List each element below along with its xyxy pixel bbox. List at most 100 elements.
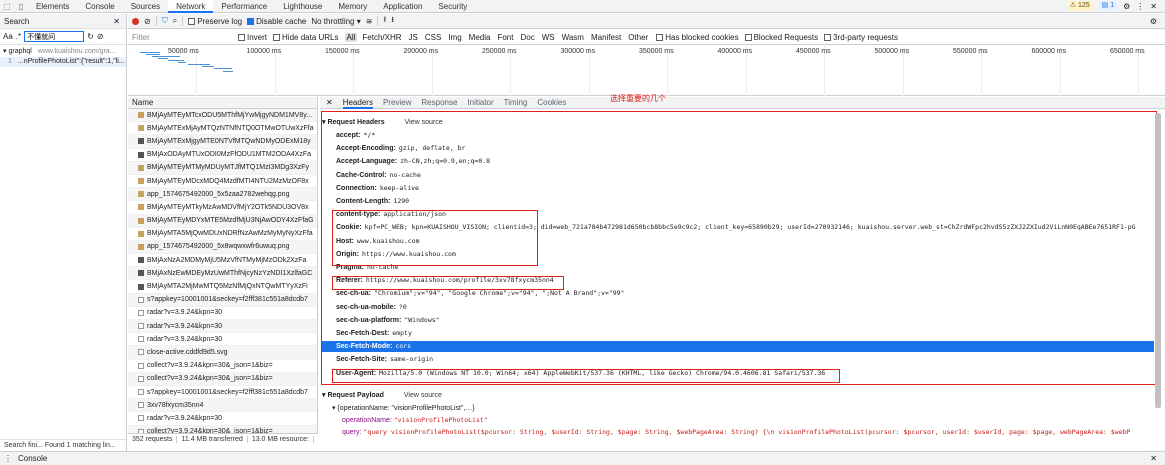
filter-type-ws[interactable]: WS — [540, 33, 557, 42]
request-row[interactable]: BMjAyMTEyMTkyMzAwMDVfMjY2OTk5NDU3OV8x — [128, 201, 317, 215]
request-row[interactable]: 3xv78fxycm35nn4 — [128, 399, 317, 413]
detail-tab-initiator[interactable]: Initiator — [467, 97, 493, 109]
disable-cache-checkbox[interactable]: Disable cache — [247, 17, 306, 26]
request-row[interactable]: radar?v=3.9.24&kpn=30 — [128, 307, 317, 320]
third-party-checkbox[interactable]: 3rd-party requests — [824, 33, 898, 42]
detail-tab-cookies[interactable]: Cookies — [537, 97, 566, 109]
request-row[interactable]: BMjAxNzEwMDEyMzUwMThfNjcyNzYzNDI1XzlfaGC — [128, 267, 317, 281]
filter-type-css[interactable]: CSS — [423, 33, 443, 42]
filter-type-font[interactable]: Font — [495, 33, 515, 42]
import-har-icon[interactable]: ⭱ — [383, 14, 386, 28]
request-row[interactable]: BMjAxNzA2MDMyMjU5MzVfNTMyMjMzODk2XzFa — [128, 254, 317, 268]
warnings-badge[interactable]: ⚠ 125 — [1066, 1, 1093, 11]
search-input[interactable] — [24, 31, 85, 42]
search-icon[interactable]: ⌕ — [173, 16, 177, 26]
request-row[interactable]: BMjAxODAyMTUxODI0MzFfODU1MTM2ODA4XzFa — [128, 149, 317, 162]
hide-data-urls-checkbox[interactable]: Hide data URLs — [273, 33, 339, 42]
request-payload-section[interactable]: ▾ Request Payload View source — [322, 391, 442, 399]
filter-type-js[interactable]: JS — [407, 33, 420, 42]
request-row[interactable]: BMjAyMTExMjAyMTQzNTNfNTQ0OTMwOTUwXzFfa — [128, 122, 317, 136]
request-row[interactable]: BMjAyMTEyMTMyMDUyMTJfMTQ1MzI3MDg3XzFy — [128, 161, 317, 175]
request-row[interactable]: BMjAyMTExMjgyMTE0NTVfMTQwNDMyODExM18y — [128, 135, 317, 149]
detail-tab-timing[interactable]: Timing — [504, 97, 528, 109]
request-row[interactable]: radar?v=3.9.24&kpn=30 — [128, 320, 317, 334]
request-row[interactable]: radar?v=3.9.24&kpn=30 — [128, 412, 317, 426]
filter-type-manifest[interactable]: Manifest — [589, 33, 623, 42]
filter-type-img[interactable]: Img — [446, 33, 463, 42]
tab-console[interactable]: Console — [77, 0, 122, 13]
detail-scrollbar[interactable] — [1155, 113, 1161, 408]
payload-view-source-link[interactable]: View source — [404, 392, 442, 399]
refresh-search-icon[interactable]: ↻ — [87, 32, 94, 41]
more-options-icon[interactable]: ⋮ — [1136, 2, 1144, 11]
filter-type-wasm[interactable]: Wasm — [560, 33, 586, 42]
tab-sources[interactable]: Sources — [123, 0, 168, 13]
record-button[interactable] — [132, 17, 139, 25]
close-devtools-icon[interactable]: ✕ — [1150, 2, 1157, 11]
request-name: BMjAxODAyMTUxODI0MzFfODU1MTM2ODA4XzFa — [147, 151, 311, 159]
close-drawer-icon[interactable]: ✕ — [1150, 454, 1157, 463]
detail-tab-headers[interactable]: Headers — [342, 97, 373, 109]
tab-elements[interactable]: Elements — [28, 0, 77, 13]
request-row[interactable]: BMjAyMTEyMTcxODU5MThfMjYwMjgyNDM1MV8y... — [128, 109, 317, 123]
network-conditions-icon[interactable]: ≋ — [366, 17, 373, 26]
request-row[interactable]: app_1574675492000_5x8wqwxwfr6uwuq.png — [128, 240, 317, 255]
invert-checkbox[interactable]: Invert — [238, 33, 267, 42]
tab-network[interactable]: Network — [168, 0, 214, 13]
payload-root-row[interactable]: ▾ {operationName: "visionProfilePhotoLis… — [332, 403, 475, 414]
request-row[interactable]: collect?v=3.9.24&kpn=30&_json=1&biz= — [128, 372, 317, 386]
name-column-header[interactable]: Name — [128, 97, 317, 109]
timeline-tick-label: 300000 ms — [560, 48, 596, 55]
detail-tab-response[interactable]: Response — [421, 97, 457, 109]
request-row[interactable]: app_1574675492000_5x5zaa2782wehqg.png — [128, 188, 317, 202]
request-detail-panel: ✕ Headers Preview Response Initiator Timing C… — [320, 94, 1165, 445]
tab-lighthouse[interactable]: Lighthouse — [275, 0, 330, 13]
messages-badge[interactable]: ▤ 1 — [1098, 1, 1118, 11]
console-drawer-tab[interactable]: Console — [18, 454, 47, 463]
transferred-size: 11.4 MB transferred — [177, 436, 248, 443]
request-row[interactable]: s?appkey=10001001&seckey=f2fff381c551a8d… — [128, 293, 317, 307]
request-row[interactable]: radar?v=3.9.24&kpn=30 — [128, 333, 317, 347]
request-row[interactable]: BMjAyMTEyMDcxMDQ4MzdfMTI4NTU2MzMzOF8x — [128, 175, 317, 189]
filter-input[interactable]: Filter — [132, 33, 232, 42]
filter-type-other[interactable]: Other — [626, 33, 650, 42]
search-result-file[interactable]: ▾ graphql www.kuaishou.com/gra... — [0, 47, 126, 57]
request-row[interactable]: collect?v=3.9.24&kpn=30&_json=1&biz= — [128, 360, 317, 373]
tab-performance[interactable]: Performance — [213, 0, 275, 13]
filter-type-media[interactable]: Media — [467, 33, 493, 42]
filter-type-fetch-xhr[interactable]: Fetch/XHR — [360, 33, 403, 42]
settings-icon[interactable]: ⚙ — [1123, 2, 1130, 11]
throttling-select[interactable]: No throttling ▾ — [311, 17, 360, 26]
blocked-requests-checkbox[interactable]: Blocked Requests — [744, 33, 818, 42]
filter-type-doc[interactable]: Doc — [518, 33, 536, 42]
tab-application[interactable]: Application — [375, 0, 430, 13]
inspect-element-icon[interactable]: ⬚ — [0, 0, 14, 13]
payload-op-value: "visionProfilePhotoList" — [393, 416, 488, 424]
close-detail-icon[interactable]: ✕ — [326, 98, 333, 107]
regex-button[interactable]: .* — [16, 32, 21, 41]
request-row[interactable]: BMjAyMTEyMDYxMTE5MzdfMjU3NjAwODY4XzFfaG — [128, 214, 317, 228]
clear-search-icon[interactable]: ⊘ — [97, 32, 104, 41]
device-toolbar-icon[interactable]: ▯ — [14, 0, 28, 13]
match-case-button[interactable]: Aa — [3, 32, 13, 41]
tab-security[interactable]: Security — [430, 0, 475, 13]
close-search-icon[interactable]: ✕ — [113, 17, 120, 26]
detail-tab-preview[interactable]: Preview — [383, 97, 411, 109]
filter-type-all[interactable]: All — [344, 32, 358, 42]
throttling-value: No throttling — [311, 16, 355, 26]
tab-memory[interactable]: Memory — [330, 0, 375, 13]
drawer-menu-icon[interactable]: ⋮ — [4, 454, 12, 463]
timeline-overview[interactable]: 50000 ms 100000 ms 150000 ms 200000 ms 25000… — [128, 46, 1165, 96]
request-row[interactable]: BMjAyMTA2MjMwMTQ5MzNfMjQxNTQwMTYyXzFi — [128, 280, 317, 294]
request-row[interactable]: close-active.cddfd9d5.svg — [128, 346, 317, 360]
blocked-cookies-checkbox[interactable]: Has blocked cookies — [656, 33, 739, 42]
clear-icon[interactable]: ⊘ — [144, 17, 151, 26]
request-row[interactable]: BMjAyMTA5MjQwMDUxNDRfNzAwMzMyMyNyXzFfa — [128, 228, 317, 241]
export-har-icon[interactable]: ⭳ — [391, 14, 394, 28]
filter-icon[interactable]: ⛉ — [162, 16, 168, 26]
search-result-line[interactable]: 1 ...nProfilePhotoList":{"result":1,"li.… — [0, 57, 126, 67]
preserve-log-checkbox[interactable]: Preserve log — [188, 17, 242, 26]
network-settings-icon[interactable]: ⚙ — [1150, 17, 1157, 26]
request-row[interactable]: s?appkey=10001001&seckey=f2fff381c551a8d… — [128, 386, 317, 400]
request-name: 3xv78fxycm35nn4 — [147, 401, 204, 409]
